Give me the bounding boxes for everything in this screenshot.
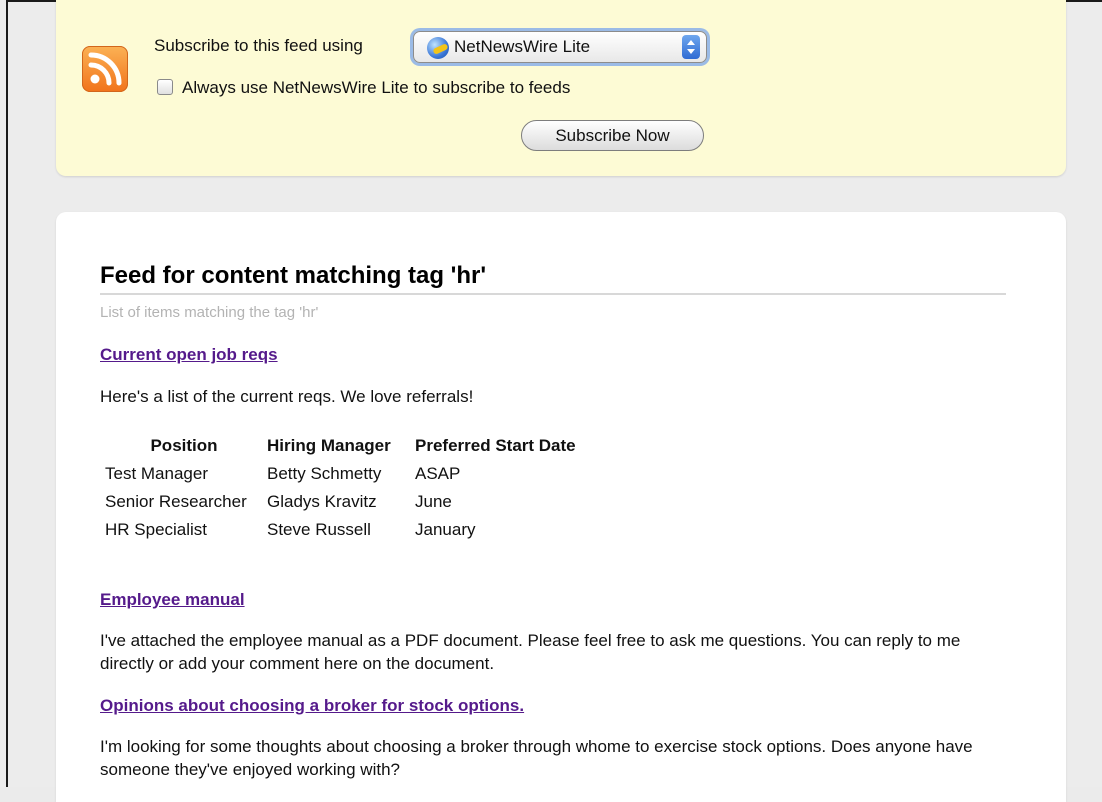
feed-reader-select[interactable]: NetNewsWire Lite [413, 31, 707, 63]
table-row: Senior Researcher Gladys Kravitz June [103, 488, 578, 516]
window-border-left [6, 0, 8, 787]
table-cell: Test Manager [105, 464, 208, 483]
always-use-checkbox[interactable] [157, 79, 173, 95]
table-cell: Betty Schmetty [267, 464, 382, 483]
table-header: Position [150, 436, 218, 455]
item-text-job-reqs: Here's a list of the current reqs. We lo… [100, 387, 474, 406]
job-reqs-table: Position Hiring Manager Preferred Start … [103, 432, 578, 544]
table-cell: Steve Russell [267, 520, 371, 539]
item-link-job-reqs[interactable]: Current open job reqs [100, 345, 278, 365]
table-row: Test Manager Betty Schmetty ASAP [103, 460, 578, 488]
feed-reader-value: NetNewsWire Lite [454, 37, 591, 56]
always-use-label[interactable]: Always use NetNewsWire Lite to subscribe… [182, 78, 570, 98]
page-subtitle: List of items matching the tag 'hr' [100, 304, 319, 321]
globe-icon [427, 37, 449, 59]
title-divider [100, 293, 1006, 295]
table-cell: Gladys Kravitz [267, 492, 377, 511]
rss-feed-icon [82, 46, 128, 92]
item-link-broker-opinions[interactable]: Opinions about choosing a broker for sto… [100, 696, 524, 716]
table-header: Preferred Start Date [415, 436, 576, 455]
item-link-employee-manual[interactable]: Employee manual [100, 590, 245, 610]
subscribe-using-label: Subscribe to this feed using [154, 36, 363, 55]
table-cell: Senior Researcher [105, 492, 247, 511]
updown-arrows-icon [682, 35, 700, 59]
item-text-employee-manual: I've attached the employee manual as a P… [100, 631, 961, 673]
page-title: Feed for content matching tag 'hr' [100, 262, 487, 289]
table-cell: HR Specialist [105, 520, 208, 539]
table-header-row: Position Hiring Manager Preferred Start … [103, 432, 578, 460]
subscribe-now-button[interactable]: Subscribe Now [521, 120, 704, 151]
table-cell: ASAP [415, 464, 461, 483]
table-cell: January [415, 520, 476, 539]
table-header: Hiring Manager [267, 436, 391, 455]
table-cell: June [415, 492, 452, 511]
table-row: HR Specialist Steve Russell January [103, 516, 578, 544]
item-text-broker-opinions: I'm looking for some thoughts about choo… [100, 737, 973, 779]
